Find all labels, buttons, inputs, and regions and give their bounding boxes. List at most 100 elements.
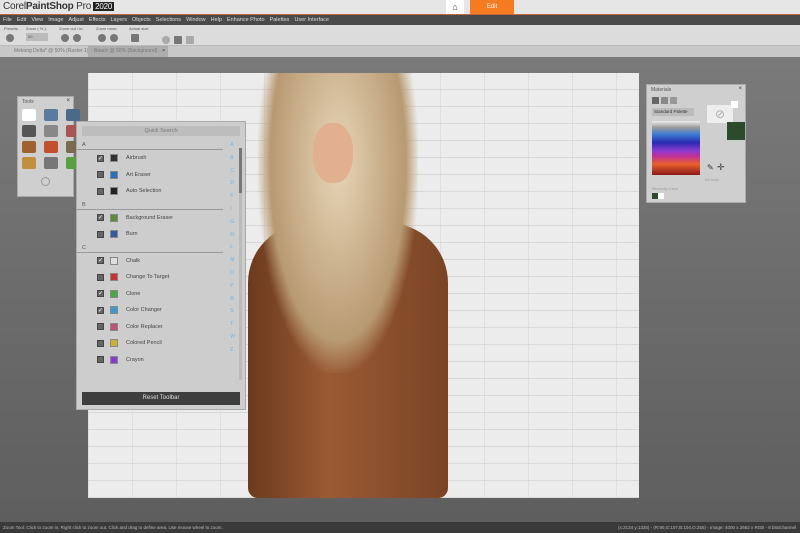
- tool-list-item[interactable]: ✓ Clone: [77, 286, 245, 303]
- selection-tool-icon[interactable]: [22, 125, 36, 137]
- tool-checkbox[interactable]: [97, 171, 104, 179]
- background-swatch[interactable]: [731, 101, 738, 108]
- alphabet-link[interactable]: P: [230, 283, 235, 289]
- menu-item-objects[interactable]: Objects: [132, 15, 151, 25]
- tool-checkbox[interactable]: [97, 339, 104, 347]
- menu-item-view[interactable]: View: [31, 15, 43, 25]
- crop-tool-icon[interactable]: [44, 125, 58, 137]
- tool-checkbox[interactable]: ✓: [97, 154, 104, 162]
- tool-checkbox[interactable]: ✓: [97, 306, 104, 314]
- doc-tab-mekong[interactable]: Mekong Delta* @ 50% (Raster 1): [8, 46, 94, 57]
- all-tools-checkbox[interactable]: All tools: [705, 177, 719, 182]
- menu-item-selections[interactable]: Selections: [156, 15, 181, 25]
- pan-icon[interactable]: [162, 36, 170, 44]
- alphabet-link[interactable]: A: [230, 142, 235, 148]
- tool-list-item[interactable]: Art Eraser: [77, 167, 245, 184]
- tool-label: Background Eraser: [126, 214, 174, 221]
- close-icon[interactable]: ×: [66, 98, 70, 104]
- fit-window-icon[interactable]: [174, 36, 182, 44]
- tool-list-item[interactable]: Crayon: [77, 352, 245, 369]
- tool-checkbox[interactable]: [97, 273, 104, 281]
- alphabet-link[interactable]: G: [230, 219, 235, 225]
- palette-select[interactable]: Standard Palette: [652, 108, 694, 116]
- tool-checkbox[interactable]: [97, 323, 104, 331]
- menu-item-help[interactable]: Help: [211, 15, 222, 25]
- alphabet-link[interactable]: H: [230, 232, 235, 238]
- alphabet-link[interactable]: S: [230, 308, 235, 314]
- crosshair-icon[interactable]: ✛: [717, 162, 725, 173]
- tool-list-item[interactable]: Burn: [77, 226, 245, 243]
- menu-item-window[interactable]: Window: [186, 15, 206, 25]
- menu-item-layers[interactable]: Layers: [111, 15, 128, 25]
- alphabet-link[interactable]: I: [230, 206, 235, 212]
- tool-checkbox[interactable]: ✓: [97, 257, 104, 265]
- alphabet-link[interactable]: F: [230, 193, 235, 199]
- zoom-in-icon[interactable]: [73, 34, 81, 42]
- doc-tab-beach[interactable]: Beach @ 50% (Background) ×: [88, 46, 168, 57]
- fill-tool-icon[interactable]: [22, 157, 36, 169]
- no-style-icon[interactable]: ⊘: [707, 105, 733, 123]
- zoom-more-out-icon[interactable]: [98, 34, 106, 42]
- home-icon[interactable]: ⌂: [446, 0, 464, 14]
- alphabet-link[interactable]: C: [230, 168, 235, 174]
- alphabet-link[interactable]: L: [230, 244, 235, 250]
- alphabet-link[interactable]: T: [230, 321, 235, 327]
- dropper-tool-icon[interactable]: [66, 109, 80, 121]
- zoom-tool-icon[interactable]: [22, 109, 36, 121]
- recent-color[interactable]: [658, 193, 664, 199]
- quick-search-input[interactable]: Quick Search: [82, 126, 240, 136]
- reset-toolbar-button[interactable]: Reset Toolbar: [82, 392, 240, 405]
- close-icon[interactable]: ×: [738, 86, 742, 92]
- frame-tab-icon[interactable]: [652, 97, 659, 104]
- tool-list-item[interactable]: Color Replacer: [77, 319, 245, 336]
- alphabet-link[interactable]: D: [230, 180, 235, 186]
- move-tool-icon[interactable]: [44, 109, 58, 121]
- tool-list-item[interactable]: Auto Selection: [77, 183, 245, 200]
- alphabet-link[interactable]: O: [230, 270, 235, 276]
- swatches-tab-icon[interactable]: [670, 97, 677, 104]
- menu-item-adjust[interactable]: Adjust: [68, 15, 83, 25]
- menu-item-image[interactable]: Image: [48, 15, 63, 25]
- tool-checkbox[interactable]: [97, 356, 104, 364]
- tab-edit[interactable]: Edit: [470, 0, 514, 14]
- alphabet-link[interactable]: Z: [230, 347, 235, 353]
- tool-icon: [110, 213, 118, 222]
- tool-list-item[interactable]: ✓ Chalk: [77, 253, 245, 270]
- zoom-more-in-icon[interactable]: [110, 34, 118, 42]
- rainbow-tab-icon[interactable]: [661, 97, 668, 104]
- menu-item-palettes[interactable]: Palettes: [270, 15, 290, 25]
- preset-zoom-icon[interactable]: [6, 34, 14, 42]
- tool-checkbox[interactable]: ✓: [97, 290, 104, 298]
- alphabet-link[interactable]: R: [230, 296, 235, 302]
- zoom-input[interactable]: 50: [26, 33, 48, 41]
- alphabet-link[interactable]: M: [230, 257, 235, 263]
- brush-tool-icon[interactable]: [22, 141, 36, 153]
- menu-item-enhance-photo[interactable]: Enhance Photo: [227, 15, 265, 25]
- scrollbar[interactable]: [239, 148, 242, 380]
- close-icon[interactable]: ×: [162, 46, 165, 57]
- color-swatches[interactable]: [652, 121, 700, 175]
- menu-item-edit[interactable]: Edit: [17, 15, 26, 25]
- tool-checkbox[interactable]: [97, 230, 104, 238]
- dropper-icon[interactable]: ✎: [707, 163, 714, 172]
- alphabet-link[interactable]: B: [230, 155, 235, 161]
- tool-list-item[interactable]: ✓ Background Eraser: [77, 210, 245, 227]
- actual-size-icon[interactable]: [131, 34, 139, 42]
- zoom-out-icon[interactable]: [61, 34, 69, 42]
- eraser-tool-icon[interactable]: [44, 141, 58, 153]
- fit-screen-icon[interactable]: [186, 36, 194, 44]
- tool-list-item[interactable]: Colored Pencil: [77, 335, 245, 352]
- alphabet-link[interactable]: W: [230, 334, 235, 340]
- tool-checkbox[interactable]: ✓: [97, 214, 104, 222]
- text-tool-icon[interactable]: [44, 157, 58, 169]
- tool-list-item[interactable]: ✓ Airbrush: [77, 150, 245, 167]
- foreground-swatch[interactable]: [727, 122, 745, 140]
- tool-list-item[interactable]: Change To Target: [77, 269, 245, 286]
- menu-item-user-interface[interactable]: User Interface: [294, 15, 329, 25]
- tool-list-item[interactable]: ✓ Color Changer: [77, 302, 245, 319]
- menu-item-file[interactable]: File: [3, 15, 12, 25]
- tool-checkbox[interactable]: [97, 187, 104, 195]
- customize-icon[interactable]: [41, 177, 50, 186]
- menu-item-effects[interactable]: Effects: [89, 15, 106, 25]
- tool-label: Airbrush: [126, 155, 147, 162]
